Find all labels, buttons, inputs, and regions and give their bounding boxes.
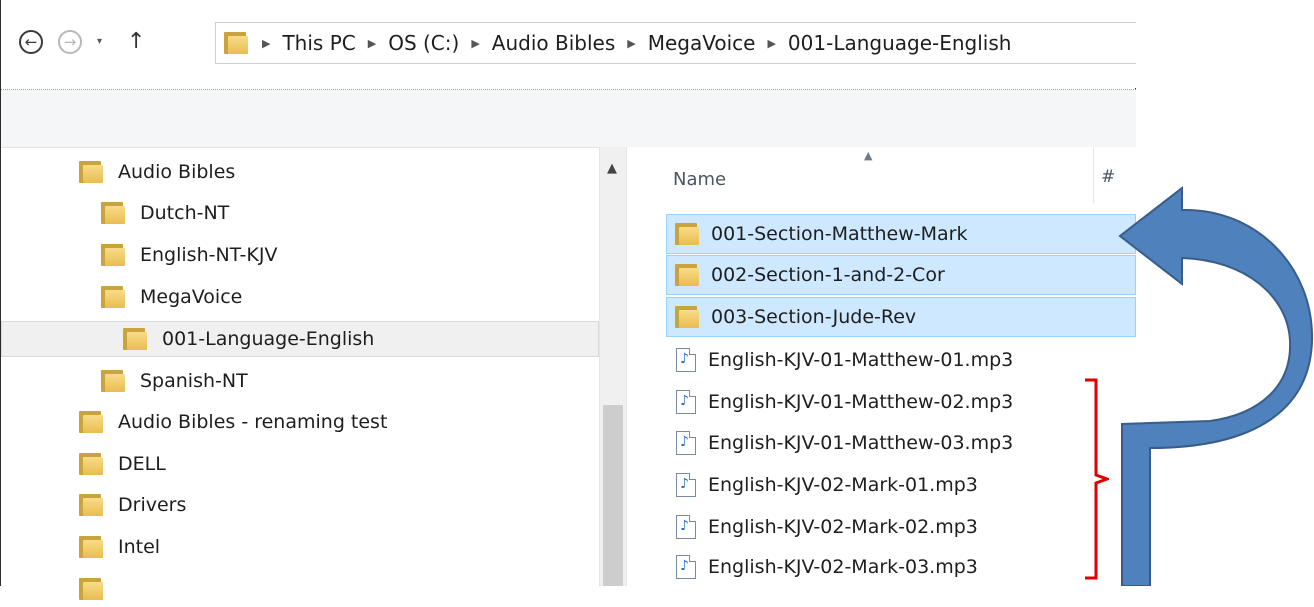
forward-arrow-icon: → bbox=[63, 32, 77, 51]
folder-icon bbox=[101, 201, 127, 225]
tree-item-label: MegaVoice bbox=[140, 286, 243, 308]
tree-item-label: Intel bbox=[118, 536, 161, 558]
back-button[interactable]: ← bbox=[19, 30, 43, 54]
column-header-name[interactable]: Name bbox=[673, 169, 726, 190]
breadcrumb-chevron-icon: ▶ bbox=[262, 36, 271, 50]
audio-file-icon: ♪ bbox=[676, 431, 696, 455]
folder-icon bbox=[79, 535, 105, 559]
audio-file-icon: ♪ bbox=[676, 515, 696, 539]
breadcrumb-chevron-icon: ▶ bbox=[471, 36, 480, 50]
breadcrumb-this-pc[interactable]: This PC bbox=[282, 31, 355, 55]
scroll-up-icon[interactable]: ▲ bbox=[607, 161, 617, 176]
breadcrumb-audio-bibles[interactable]: Audio Bibles bbox=[492, 31, 615, 55]
folder-icon bbox=[101, 285, 127, 309]
list-item-mp3[interactable]: ♪ English-KJV-02-Mark-03.mp3 bbox=[666, 547, 1136, 587]
tree-item-label: Audio Bibles bbox=[118, 161, 236, 183]
curved-arrow-annotation bbox=[1118, 186, 1314, 586]
list-item-folder[interactable]: 001-Section-Matthew-Mark bbox=[666, 214, 1136, 254]
tree-item-dell[interactable]: DELL bbox=[79, 446, 166, 482]
file-name: 003-Section-Jude-Rev bbox=[711, 306, 917, 328]
tree-item-label: Dutch-NT bbox=[140, 202, 230, 224]
folder-icon bbox=[675, 222, 701, 246]
address-bar[interactable]: ▶ This PC ▶ OS (C:) ▶ Audio Bibles ▶ Meg… bbox=[215, 22, 1136, 64]
file-name: English-KJV-02-Mark-03.mp3 bbox=[708, 556, 978, 578]
breadcrumb-os-c[interactable]: OS (C:) bbox=[388, 31, 459, 55]
column-divider[interactable] bbox=[1093, 147, 1094, 203]
tree-item-spanish-nt[interactable]: Spanish-NT bbox=[101, 363, 248, 399]
tree-item-001-language-english[interactable]: 001-Language-English bbox=[1, 321, 599, 357]
audio-file-icon: ♪ bbox=[676, 473, 696, 497]
chevron-down-icon: ▾ bbox=[97, 36, 103, 47]
file-name: English-KJV-01-Matthew-01.mp3 bbox=[708, 349, 1014, 371]
folder-icon bbox=[224, 31, 250, 55]
nav-pane-scrollbar[interactable]: ▲ bbox=[599, 147, 627, 586]
audio-file-icon: ♪ bbox=[676, 555, 696, 579]
folder-icon bbox=[675, 263, 701, 287]
list-item-folder[interactable]: 003-Section-Jude-Rev bbox=[666, 297, 1136, 337]
list-item-mp3[interactable]: ♪ English-KJV-02-Mark-01.mp3 bbox=[666, 465, 1136, 505]
tree-item-audio-bibles-renaming-test[interactable]: Audio Bibles - renaming test bbox=[79, 404, 387, 440]
folder-icon bbox=[123, 327, 149, 351]
folder-icon bbox=[675, 305, 701, 329]
file-name: English-KJV-01-Matthew-03.mp3 bbox=[708, 432, 1014, 454]
list-item-folder[interactable]: 002-Section-1-and-2-Cor bbox=[666, 255, 1136, 295]
breadcrumb-001-language-english[interactable]: 001-Language-English bbox=[788, 31, 1012, 55]
breadcrumb-megavoice[interactable]: MegaVoice bbox=[648, 31, 756, 55]
forward-button[interactable]: → bbox=[58, 30, 82, 54]
breadcrumb-chevron-icon: ▶ bbox=[627, 36, 636, 50]
breadcrumb-chevron-icon: ▶ bbox=[767, 36, 776, 50]
audio-file-icon: ♪ bbox=[676, 390, 696, 414]
tree-item-megavoice[interactable]: MegaVoice bbox=[101, 279, 242, 315]
tree-item-partial bbox=[79, 571, 118, 607]
tree-item-label: Spanish-NT bbox=[140, 370, 248, 392]
file-explorer-window: ← → ▾ ↑ ▶ This PC ▶ OS (C:) ▶ Audio Bibl… bbox=[0, 0, 1136, 600]
tree-item-english-nt-kjv[interactable]: English-NT-KJV bbox=[101, 237, 277, 273]
tree-item-drivers[interactable]: Drivers bbox=[79, 487, 186, 523]
file-name: 002-Section-1-and-2-Cor bbox=[711, 264, 945, 286]
scrollbar-thumb[interactable] bbox=[603, 405, 623, 586]
column-header: ▲ Name # bbox=[627, 147, 1136, 205]
tree-item-intel[interactable]: Intel bbox=[79, 529, 160, 565]
back-arrow-icon: ← bbox=[24, 32, 38, 51]
navigation-bar: ← → ▾ ↑ ▶ This PC ▶ OS (C:) ▶ Audio Bibl… bbox=[1, 0, 1136, 88]
tree-item-dutch-nt[interactable]: Dutch-NT bbox=[101, 195, 229, 231]
folder-icon bbox=[101, 369, 127, 393]
list-item-mp3[interactable]: ♪ English-KJV-01-Matthew-01.mp3 bbox=[666, 340, 1136, 380]
file-name: 001-Section-Matthew-Mark bbox=[711, 223, 968, 245]
list-item-mp3[interactable]: ♪ English-KJV-02-Mark-02.mp3 bbox=[666, 507, 1136, 547]
red-bracket-annotation bbox=[1085, 378, 1109, 580]
column-header-number[interactable]: # bbox=[1101, 167, 1115, 187]
folder-icon bbox=[79, 160, 105, 184]
folder-icon bbox=[79, 410, 105, 434]
up-button[interactable]: ↑ bbox=[127, 29, 145, 54]
file-name: English-KJV-02-Mark-02.mp3 bbox=[708, 516, 978, 538]
folder-icon bbox=[79, 577, 105, 601]
file-name: English-KJV-01-Matthew-02.mp3 bbox=[708, 391, 1014, 413]
tree-item-label: 001-Language-English bbox=[162, 328, 375, 350]
toolbar-area bbox=[1, 90, 1136, 148]
tree-item-label: Audio Bibles - renaming test bbox=[118, 411, 388, 433]
tree-item-label: Drivers bbox=[118, 494, 187, 516]
recent-locations-button[interactable]: ▾ bbox=[97, 36, 102, 47]
folder-icon bbox=[79, 493, 105, 517]
folder-icon bbox=[79, 452, 105, 476]
folder-icon bbox=[101, 243, 127, 267]
list-item-mp3[interactable]: ♪ English-KJV-01-Matthew-03.mp3 bbox=[666, 423, 1136, 463]
tree-item-label: English-NT-KJV bbox=[140, 244, 278, 266]
audio-file-icon: ♪ bbox=[676, 348, 696, 372]
tree-item-label: DELL bbox=[118, 453, 166, 475]
sort-ascending-icon: ▲ bbox=[864, 149, 873, 162]
file-name: English-KJV-02-Mark-01.mp3 bbox=[708, 474, 978, 496]
tree-item-audio-bibles[interactable]: Audio Bibles bbox=[79, 154, 235, 190]
up-arrow-icon: ↑ bbox=[127, 29, 146, 54]
navigation-pane: Audio Bibles Dutch-NT English-NT-KJV Meg… bbox=[1, 147, 601, 600]
breadcrumb-chevron-icon: ▶ bbox=[367, 36, 377, 50]
list-item-mp3[interactable]: ♪ English-KJV-01-Matthew-02.mp3 bbox=[666, 382, 1136, 422]
